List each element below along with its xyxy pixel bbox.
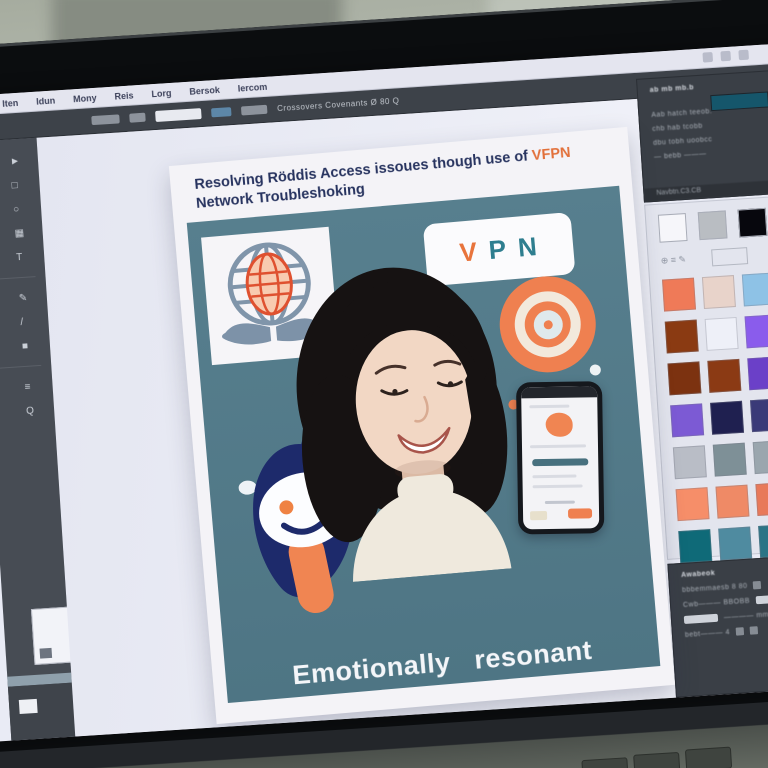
swatch-none[interactable] bbox=[658, 213, 688, 243]
panel-row[interactable]: ———— mmmm bbox=[724, 610, 768, 621]
swatch-grid bbox=[662, 260, 768, 563]
type-tool[interactable]: T bbox=[0, 244, 45, 272]
swatch[interactable] bbox=[750, 398, 768, 432]
menubar-icons bbox=[702, 50, 749, 63]
swatch[interactable] bbox=[710, 401, 744, 435]
swatch[interactable] bbox=[742, 272, 768, 306]
poster-artwork[interactable]: Resolving Röddis Access issoues though u… bbox=[169, 127, 675, 724]
phone-statusbar bbox=[521, 386, 597, 398]
swatch[interactable] bbox=[676, 487, 710, 521]
document-info-label: Crossovers Covenants Ø 80 Q bbox=[277, 96, 400, 113]
option-toggle[interactable] bbox=[129, 113, 146, 123]
phone-progress-bar bbox=[532, 458, 588, 466]
line-tool-icon: / bbox=[20, 316, 23, 327]
swatch[interactable] bbox=[667, 361, 701, 395]
option-toggle[interactable] bbox=[241, 105, 268, 116]
shape-tool[interactable]: ■ bbox=[0, 332, 51, 360]
poster-title-accent: VFPN bbox=[531, 145, 571, 164]
swatch[interactable] bbox=[745, 314, 768, 348]
panel-icon[interactable] bbox=[738, 50, 749, 61]
character-panel: Awabeok bbbemmaesb 8 80 Cwb——— BBOBB ———… bbox=[667, 543, 768, 697]
option-toggle[interactable] bbox=[211, 107, 232, 117]
swatch-header-row bbox=[658, 195, 768, 243]
tool-preset-button[interactable] bbox=[91, 114, 120, 125]
phone-cta-button bbox=[568, 508, 592, 518]
value-field[interactable] bbox=[756, 594, 768, 604]
keyboard-key[interactable] bbox=[633, 752, 680, 768]
properties-panel: ab mb mb.b Aab hatch teeob. chb hab tcob… bbox=[636, 58, 768, 202]
option-field[interactable] bbox=[155, 108, 202, 122]
swatch[interactable] bbox=[755, 482, 768, 516]
pen-tool-icon: ✎ bbox=[19, 292, 28, 304]
swatches-panel: ⊕ ≡ ✎ bbox=[644, 184, 768, 560]
vpn-letter-n: N bbox=[517, 230, 550, 264]
swatch[interactable] bbox=[662, 278, 696, 312]
thumbnail-shape bbox=[40, 648, 53, 659]
swatch[interactable] bbox=[715, 485, 749, 519]
target-ring bbox=[523, 299, 573, 349]
phone-orange-blob bbox=[545, 413, 572, 437]
lasso-tool-icon: ○ bbox=[13, 204, 20, 215]
swatch[interactable] bbox=[665, 320, 699, 354]
woman-portrait-image bbox=[273, 231, 539, 586]
stepper-button[interactable] bbox=[736, 627, 744, 635]
laptop-screen: Iten Idun Mony Reis Lorg Bersok Iercom C… bbox=[0, 33, 768, 750]
target-ring bbox=[532, 309, 563, 340]
grid-icon[interactable] bbox=[720, 51, 731, 62]
swatch[interactable] bbox=[753, 440, 768, 474]
type-tool-icon: T bbox=[16, 251, 23, 262]
menu-item[interactable]: Mony bbox=[73, 92, 97, 103]
menu-item[interactable]: Iercom bbox=[237, 81, 267, 93]
swatch[interactable] bbox=[678, 529, 712, 563]
swatch-options-icons[interactable]: ⊕ ≡ ✎ bbox=[660, 254, 686, 267]
menu-item[interactable]: Bersok bbox=[189, 84, 220, 96]
stepper-button[interactable] bbox=[753, 581, 761, 589]
swatch[interactable] bbox=[758, 524, 768, 558]
zoom-tool-icon: Q bbox=[26, 405, 34, 416]
swatch-black[interactable] bbox=[738, 208, 768, 238]
shape-tool-icon: ■ bbox=[22, 340, 29, 351]
swatch[interactable] bbox=[705, 317, 739, 351]
woman-portrait[interactable] bbox=[273, 231, 539, 586]
target-ring bbox=[512, 289, 583, 360]
move-tool-icon: ► bbox=[10, 155, 21, 167]
window-icon[interactable] bbox=[702, 52, 713, 63]
menu-item[interactable]: Iten bbox=[2, 97, 19, 108]
crop-tool-icon: ▦ bbox=[14, 227, 24, 239]
swatch[interactable] bbox=[670, 403, 704, 437]
hand-tool-icon: ≡ bbox=[24, 381, 31, 392]
keyboard-key[interactable] bbox=[685, 747, 732, 768]
menu-item[interactable]: Reis bbox=[114, 90, 134, 101]
layer-thumb bbox=[19, 699, 38, 714]
layers-subpanel[interactable] bbox=[8, 683, 76, 747]
swatch-search-box[interactable] bbox=[712, 247, 749, 266]
swatch[interactable] bbox=[702, 275, 736, 309]
panel-row[interactable]: Cwb——— BBOBB bbox=[683, 597, 750, 608]
panel-row[interactable]: bebt——— 4 bbox=[685, 629, 730, 639]
swatch[interactable] bbox=[747, 356, 768, 390]
swatch[interactable] bbox=[673, 445, 707, 479]
marquee-tool-icon: □ bbox=[11, 180, 18, 191]
swatch-gray[interactable] bbox=[698, 210, 728, 240]
swatch[interactable] bbox=[707, 359, 741, 393]
panel-row[interactable]: bbbemmaesb 8 80 bbox=[682, 582, 748, 593]
zoom-tool[interactable]: Q bbox=[0, 397, 55, 425]
stepper-button[interactable] bbox=[750, 626, 758, 634]
value-field[interactable] bbox=[684, 614, 718, 624]
target-center-dot bbox=[543, 319, 553, 329]
photo-of-laptop: Iten Idun Mony Reis Lorg Bersok Iercom C… bbox=[0, 0, 768, 768]
swatch[interactable] bbox=[718, 527, 752, 561]
menu-item[interactable]: Idun bbox=[36, 95, 56, 106]
menu-item[interactable]: Lorg bbox=[151, 87, 172, 98]
keyboard-key[interactable] bbox=[581, 757, 628, 768]
swatch[interactable] bbox=[713, 443, 747, 477]
